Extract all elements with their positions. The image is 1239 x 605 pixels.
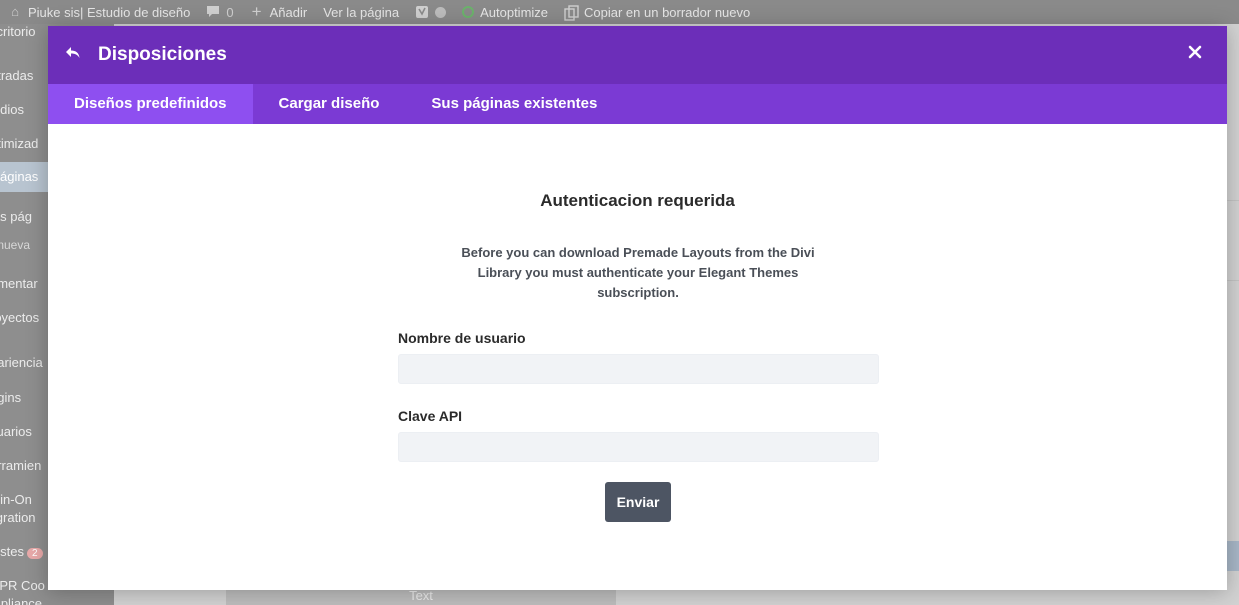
sidebar-item-posts[interactable]: ntradas <box>0 68 33 83</box>
tab-load-layout[interactable]: Cargar diseño <box>253 84 406 124</box>
submit-button[interactable]: Enviar <box>605 482 671 522</box>
yoast-icon <box>415 5 429 19</box>
settings-update-badge: 2 <box>26 548 43 559</box>
sidebar-item-migration[interactable]: ligration <box>0 510 36 525</box>
sidebar-item-add-new-page[interactable]: r nueva <box>0 238 30 252</box>
background-divider <box>1227 200 1239 201</box>
api-key-label: Clave API <box>398 408 463 424</box>
admin-bar-view-page[interactable]: Ver la página <box>315 5 407 20</box>
comment-icon <box>206 5 220 19</box>
background-divider <box>1227 280 1239 281</box>
sidebar-item-compliance[interactable]: mpliance <box>0 596 42 605</box>
admin-bar-copy-draft[interactable]: Copiar en un borrador nuevo <box>556 4 758 21</box>
admin-bar: ⌂ Piuke sis| Estudio de diseño 0 + Añadi… <box>0 0 1239 24</box>
auth-description: Before you can download Premade Layouts … <box>461 245 815 300</box>
username-label: Nombre de usuario <box>398 330 526 346</box>
admin-bar-comments[interactable]: 0 <box>198 5 241 20</box>
admin-bar-site-name[interactable]: ⌂ Piuke sis| Estudio de diseño <box>0 5 198 20</box>
site-name-label: Piuke sis| Estudio de diseño <box>28 4 191 20</box>
tab-existing-pages[interactable]: Sus páginas existentes <box>405 84 623 124</box>
plus-icon: + <box>251 2 262 21</box>
sidebar-item-plugins[interactable]: ugins <box>0 390 21 405</box>
api-key-input[interactable] <box>398 432 879 462</box>
comments-count: 0 <box>226 4 234 20</box>
modal-title: Disposiciones <box>98 44 227 65</box>
sidebar-item-tools[interactable]: erramien <box>0 458 41 473</box>
home-icon: ⌂ <box>11 4 19 19</box>
undo-arrow-icon <box>64 45 82 66</box>
username-input[interactable] <box>398 354 879 384</box>
autoptimize-status-icon <box>462 6 475 18</box>
auth-title: Autenticacion requerida <box>540 191 735 210</box>
sidebar-item-comments[interactable]: omentar <box>0 276 38 291</box>
sidebar-item-appearance[interactable]: pariencia <box>0 355 43 370</box>
autoptimize-label: Autoptimize <box>480 4 549 20</box>
seo-status-dot-icon <box>435 6 447 18</box>
modal-header: Disposiciones <box>48 26 1227 84</box>
sidebar-item-projects[interactable]: royectos <box>0 310 39 325</box>
copy-icon <box>564 5 579 21</box>
auth-panel: Autenticacion requerida Before you can d… <box>48 124 1227 590</box>
sidebar-item-media[interactable]: ledios <box>0 102 24 117</box>
sidebar-item-all-in-one[interactable]: ll-in-On <box>0 492 32 507</box>
sidebar-item-settings[interactable]: justes2 <box>0 544 43 559</box>
view-page-label: Ver la página <box>323 4 400 20</box>
back-button[interactable] <box>48 26 98 84</box>
copy-draft-label: Copiar en un borrador nuevo <box>584 4 751 20</box>
sidebar-item-optimize[interactable]: ptimizad <box>0 136 38 151</box>
add-new-label: Añadir <box>269 4 308 20</box>
sidebar-item-pages[interactable]: áginas <box>0 162 50 192</box>
sidebar-item-dashboard[interactable]: scritorio <box>0 24 36 39</box>
close-icon <box>1188 45 1202 64</box>
tab-premade-layouts[interactable]: Diseños predefinidos <box>48 84 253 124</box>
close-button[interactable] <box>1185 44 1205 64</box>
admin-bar-autoptimize[interactable]: Autoptimize <box>454 5 556 20</box>
sidebar-item-gdpr[interactable]: DPR Coo <box>0 578 45 593</box>
layouts-modal: Disposiciones Diseños predefinidos Carga… <box>48 26 1227 590</box>
sidebar-item-users[interactable]: suarios <box>0 424 32 439</box>
admin-bar-yoast[interactable] <box>407 5 454 19</box>
settings-label: justes <box>0 544 24 559</box>
modal-tabs: Diseños predefinidos Cargar diseño Sus p… <box>48 84 1227 124</box>
sidebar-item-all-pages[interactable]: las pág <box>0 209 32 224</box>
admin-bar-add-new[interactable]: + Añadir <box>242 2 316 21</box>
